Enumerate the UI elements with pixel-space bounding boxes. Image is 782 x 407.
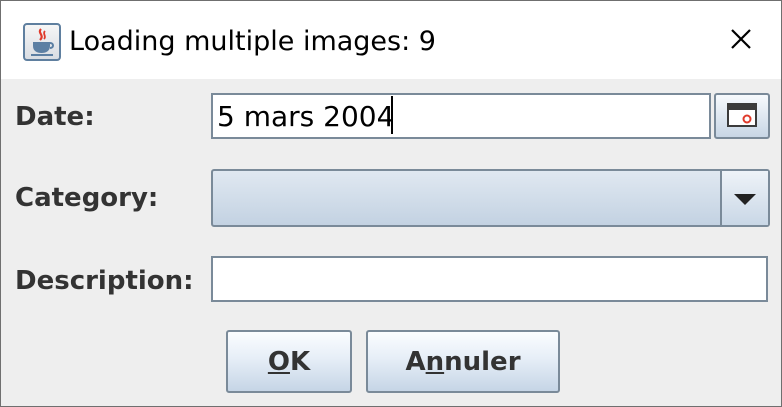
java-coffee-icon — [23, 23, 61, 61]
chevron-down-icon — [734, 194, 756, 205]
category-dropdown-button[interactable] — [720, 171, 768, 225]
category-label: Category: — [15, 183, 159, 213]
description-field[interactable] — [211, 256, 768, 302]
ok-label-rest: K — [289, 346, 311, 377]
close-button[interactable] — [719, 17, 763, 61]
date-field[interactable] — [211, 93, 711, 139]
dialog-content: Date: Category: Description: OK Annuler — [1, 79, 781, 406]
calendar-button[interactable] — [714, 93, 770, 139]
cancel-label-rest: nuler — [444, 346, 521, 377]
ok-mnemonic: O — [267, 346, 290, 377]
ok-button[interactable]: OK — [226, 330, 352, 393]
close-icon — [731, 29, 751, 49]
description-label: Description: — [15, 266, 194, 296]
date-label: Date: — [15, 102, 95, 132]
cancel-button[interactable]: Annuler — [366, 330, 560, 393]
cancel-label-start: A — [405, 346, 426, 377]
text-caret — [391, 96, 393, 134]
title-bar[interactable]: Loading multiple images: 9 — [1, 1, 781, 79]
dialog-window: Loading multiple images: 9 Date: Categor… — [0, 0, 782, 407]
category-combobox[interactable] — [211, 169, 770, 227]
cancel-mnemonic: n — [425, 346, 445, 377]
calendar-icon — [727, 103, 757, 127]
window-title: Loading multiple images: 9 — [69, 26, 436, 57]
